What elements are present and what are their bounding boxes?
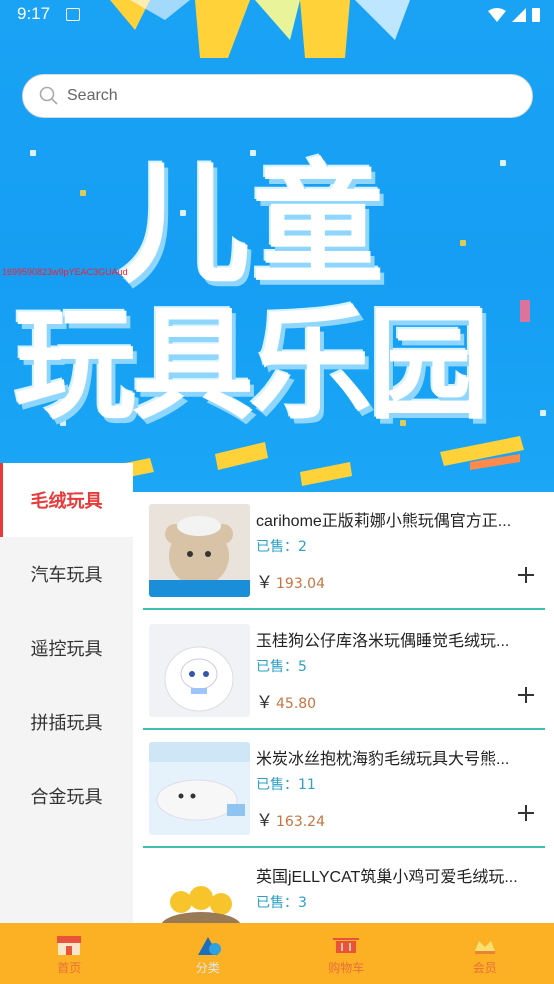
status-bar: 9:17 bbox=[0, 0, 554, 30]
category-icon bbox=[197, 937, 221, 955]
category-label: 合金玩具 bbox=[30, 787, 103, 808]
category-sidebar: 毛绒玩具 汽车玩具 遥控玩具 拼插玩具 合金玩具 bbox=[0, 463, 133, 923]
price-value: 193.04 bbox=[276, 576, 325, 592]
product-list: carihome正版莉娜小熊玩偶官方正... 已售：2 ￥ 193.04 玉桂狗公… bbox=[133, 492, 554, 923]
product-price: ￥ 193.04 bbox=[256, 568, 325, 593]
product-image[interactable] bbox=[149, 504, 250, 597]
product-image[interactable] bbox=[149, 624, 250, 717]
category-item-cars[interactable]: 汽车玩具 bbox=[0, 537, 133, 611]
tab-label: 会员 bbox=[472, 961, 497, 975]
search-input[interactable]: Search bbox=[67, 87, 118, 105]
product-sold-count: 已售：2 bbox=[256, 539, 307, 555]
product-price: ￥ 45.80 bbox=[256, 688, 316, 713]
promo-banner[interactable]: 儿童 玩具乐园 1699590823w9pYEAC3GUAud bbox=[0, 135, 554, 492]
category-label: 汽车玩具 bbox=[30, 565, 103, 586]
add-to-cart-icon[interactable] bbox=[515, 684, 537, 706]
banner-watermark: 1699590823w9pYEAC3GUAud bbox=[2, 267, 128, 277]
product-card[interactable]: 玉桂狗公仔库洛米玩偶睡觉毛绒玩... 已售：5 ￥ 45.80 bbox=[143, 612, 545, 730]
tab-label: 购物车 bbox=[328, 961, 365, 975]
tab-cart[interactable]: 购物车 bbox=[277, 923, 416, 984]
wifi-icon bbox=[488, 7, 506, 22]
tab-label: 分类 bbox=[195, 961, 220, 975]
category-label: 拼插玩具 bbox=[30, 713, 103, 734]
status-icons bbox=[488, 7, 540, 22]
price-value: 45.80 bbox=[276, 696, 317, 712]
status-time: 9:17 bbox=[17, 4, 51, 23]
cart-icon bbox=[333, 938, 360, 953]
tab-member[interactable]: 会员 bbox=[416, 923, 554, 984]
signal-icon bbox=[512, 7, 526, 22]
battery-icon bbox=[532, 8, 540, 22]
banner-title-line1: 儿童 bbox=[118, 148, 386, 302]
notification-icon bbox=[66, 8, 80, 21]
product-sold-count: 已售：5 bbox=[256, 659, 307, 675]
search-bar[interactable]: Search bbox=[22, 74, 533, 118]
product-sold-count: 已售：11 bbox=[256, 777, 316, 793]
category-item-alloy[interactable]: 合金玩具 bbox=[0, 759, 133, 833]
product-image[interactable] bbox=[149, 742, 250, 835]
product-card[interactable]: 米炭冰丝抱枕海豹毛绒玩具大号熊... 已售：11 ￥ 163.24 bbox=[143, 730, 545, 848]
banner-title-line2: 玩具乐园 bbox=[14, 294, 490, 436]
tab-home[interactable]: 首页 bbox=[0, 923, 139, 984]
add-to-cart-icon[interactable] bbox=[515, 564, 537, 586]
category-item-remote[interactable]: 遥控玩具 bbox=[0, 611, 133, 685]
product-price: ￥ 163.24 bbox=[256, 806, 325, 831]
product-card[interactable]: 英国jELLYCAT筑巢小鸡可爱毛绒玩... 已售：3 bbox=[143, 848, 545, 923]
currency-symbol: ￥ bbox=[256, 811, 273, 831]
category-item-blocks[interactable]: 拼插玩具 bbox=[0, 685, 133, 759]
tab-category[interactable]: 分类 bbox=[139, 923, 278, 984]
category-label: 毛绒玩具 bbox=[30, 491, 103, 512]
product-image[interactable] bbox=[149, 860, 250, 923]
price-value: 163.24 bbox=[276, 814, 325, 830]
product-name: 玉桂狗公仔库洛米玩偶睡觉毛绒玩... bbox=[256, 633, 510, 650]
tab-label: 首页 bbox=[57, 961, 82, 975]
product-name: 英国jELLYCAT筑巢小鸡可爱毛绒玩... bbox=[256, 869, 518, 886]
currency-symbol: ￥ bbox=[256, 693, 273, 713]
bottom-tab-bar: 首页 分类 购物车 会员 bbox=[0, 923, 554, 984]
product-card[interactable]: carihome正版莉娜小熊玩偶官方正... 已售：2 ￥ 193.04 bbox=[143, 492, 545, 610]
search-icon bbox=[39, 86, 58, 105]
member-icon bbox=[474, 941, 495, 954]
category-item-plush[interactable]: 毛绒玩具 bbox=[0, 463, 133, 537]
product-name: 米炭冰丝抱枕海豹毛绒玩具大号熊... bbox=[256, 751, 510, 768]
currency-symbol: ￥ bbox=[256, 573, 273, 593]
product-name: carihome正版莉娜小熊玩偶官方正... bbox=[256, 513, 512, 530]
product-sold-count: 已售：3 bbox=[256, 895, 307, 911]
add-to-cart-icon[interactable] bbox=[515, 802, 537, 824]
category-label: 遥控玩具 bbox=[30, 639, 103, 660]
shop-icon bbox=[57, 936, 82, 955]
